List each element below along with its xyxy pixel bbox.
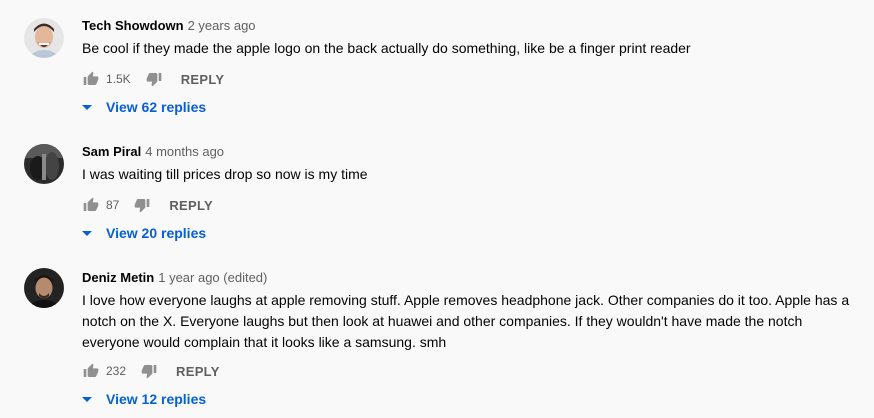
comment-body: Tech Showdown 2 years ago Be cool if they… [82,17,854,59]
dislike-button[interactable] [133,196,151,214]
caret-down-icon [82,230,92,236]
view-replies-button[interactable]: View 20 replies [80,222,206,244]
author-name[interactable]: Deniz Metin [82,270,154,285]
like-button[interactable] [82,362,100,380]
comment-header: Deniz Metin 1 year ago (edited) [82,269,854,287]
comment-actions: 87 REPLY [82,193,213,217]
like-count: 1.5K [106,72,131,86]
author-name[interactable]: Tech Showdown [82,18,184,33]
dislike-button[interactable] [140,362,158,380]
view-replies-label: View 20 replies [106,225,207,241]
thumb-down-icon [146,73,162,87]
caret-down-icon [82,104,92,110]
caret-down-icon [82,396,92,402]
reply-button[interactable]: REPLY [176,364,220,379]
comment-actions: 232 REPLY [82,359,220,383]
comment-time[interactable]: 2 years ago [188,18,256,33]
author-name[interactable]: Sam Piral [82,144,141,159]
like-button[interactable] [82,196,100,214]
view-replies-label: View 12 replies [106,391,207,407]
comment-header: Sam Piral 4 months ago [82,143,854,161]
like-count: 87 [106,198,120,212]
view-replies-button[interactable]: View 12 replies [80,388,206,410]
comment-body: Deniz Metin 1 year ago (edited) I love ho… [82,269,854,353]
comment-text: I was waiting till prices drop so now is… [82,166,368,182]
comment-actions: 1.5K REPLY [82,67,224,91]
avatar-dark-photo-icon [24,144,64,184]
avatar-man-portrait-icon [24,268,64,308]
thumb-up-icon [83,197,99,211]
avatar[interactable] [24,144,64,184]
reply-button[interactable]: REPLY [181,72,225,87]
dislike-button[interactable] [145,70,163,88]
thumb-up-icon [83,363,99,377]
like-button[interactable] [82,70,100,88]
thumb-down-icon [135,199,150,213]
avatar[interactable] [24,268,64,308]
reply-button[interactable]: REPLY [169,198,213,213]
comment-header: Tech Showdown 2 years ago [82,17,854,35]
comment-time[interactable]: 4 months ago [145,144,224,159]
like-count: 232 [106,364,127,378]
thumb-up-icon [83,71,99,85]
comment-body: Sam Piral 4 months ago I was waiting till… [82,143,854,185]
comment-text: Be cool if they made the apple logo on t… [82,40,691,56]
view-replies-button[interactable]: View 62 replies [80,96,206,118]
avatar[interactable] [24,18,64,58]
view-replies-label: View 62 replies [106,99,207,115]
avatar-man-smiling-icon [24,18,64,58]
comment-time[interactable]: 1 year ago (edited) [158,270,267,285]
thumb-down-icon [141,365,157,379]
comment-text: I love how everyone laughs at apple remo… [82,292,850,350]
